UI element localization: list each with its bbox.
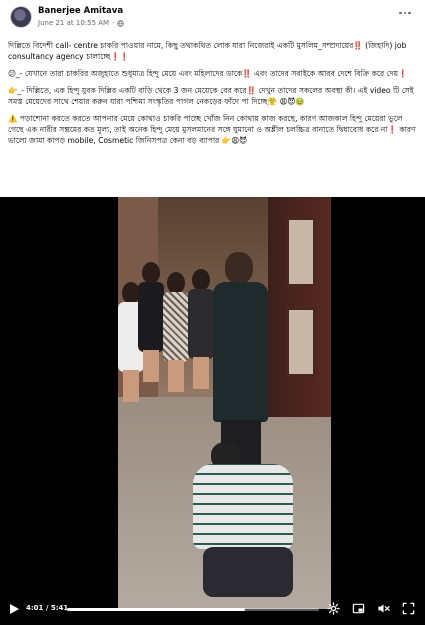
post-paragraph: 👉_- দিল্লিতে, এক হিন্দু যুবক দিল্লির একট… <box>8 86 414 106</box>
more-dot <box>408 11 411 15</box>
avatar[interactable] <box>10 6 32 28</box>
play-icon[interactable] <box>8 603 20 615</box>
progress-fill <box>67 608 245 611</box>
current-time: 4:01 <box>26 604 44 612</box>
person-woman <box>163 272 189 392</box>
video-controls: 4:01 / 5:41 <box>0 596 425 625</box>
person-woman <box>188 269 214 389</box>
video-frame[interactable] <box>118 197 331 609</box>
globe-icon[interactable] <box>117 19 125 27</box>
post-meta: June 21 at 10:55 AM · <box>38 19 125 27</box>
person-man-crouching <box>193 442 293 602</box>
more-options-icon <box>399 11 402 15</box>
post-date[interactable]: June 21 at 10:55 AM <box>38 19 109 27</box>
progress-bar[interactable] <box>67 608 319 611</box>
video-player[interactable]: 4:01 / 5:41 <box>0 197 425 625</box>
post-paragraph: ⚠️ পড়াশোনা করতে করতে আপনার মেয়ে কোথাও … <box>8 114 416 145</box>
meta-separator: · <box>112 19 115 27</box>
author-name[interactable]: Banerjee Amitava <box>38 6 123 16</box>
more-options-button[interactable] <box>396 6 414 20</box>
person-woman <box>138 262 164 382</box>
fullscreen-icon[interactable] <box>402 602 415 615</box>
picture-in-picture-icon[interactable] <box>352 602 365 615</box>
window <box>286 307 316 377</box>
video-time: 4:01 / 5:41 <box>26 604 68 612</box>
more-dot <box>403 11 407 15</box>
post-text: দিল্লিতে বিদেশী call- centre চাকরি পাওয়… <box>8 40 418 152</box>
post-paragraph: দিল্লিতে বিদেশী call- centre চাকরি পাওয়… <box>8 41 407 61</box>
duration: 5:41 <box>50 604 69 612</box>
post-paragraph: 😕_- যেখানে তারা চাকরির অজুহাতে শুধুমাত্র… <box>8 69 408 78</box>
time-separator: / <box>43 604 51 612</box>
volume-muted-icon[interactable] <box>377 602 390 615</box>
post-header: Banerjee Amitava June 21 at 10:55 AM · <box>0 0 425 38</box>
settings-icon[interactable] <box>327 602 340 615</box>
window <box>286 217 316 287</box>
